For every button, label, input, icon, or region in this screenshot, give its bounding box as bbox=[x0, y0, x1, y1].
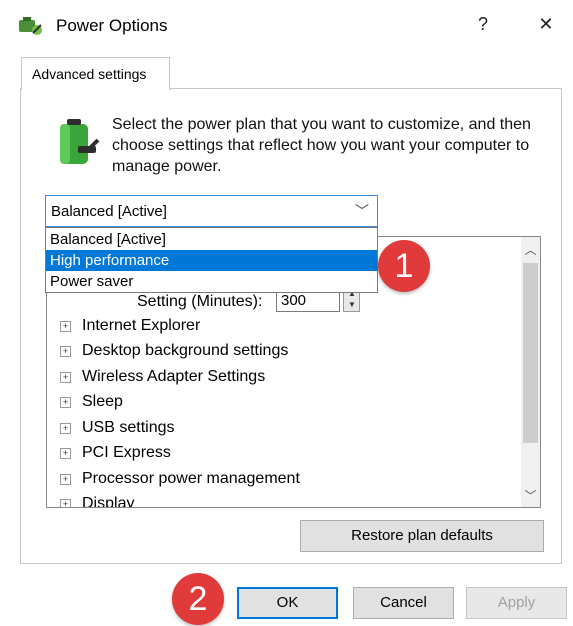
close-button[interactable]: ✕ bbox=[532, 14, 560, 35]
power-options-icon bbox=[17, 14, 43, 43]
tree-item[interactable]: + Processor power management bbox=[60, 470, 300, 488]
restore-plan-defaults-button[interactable]: Restore plan defaults bbox=[300, 520, 544, 552]
battery-icon bbox=[52, 116, 102, 177]
step-marker-1: 1 bbox=[378, 240, 430, 292]
plan-option-balanced[interactable]: Balanced [Active] bbox=[46, 229, 377, 250]
title-bar: Power Options ? ✕ bbox=[0, 0, 573, 54]
apply-button[interactable]: Apply bbox=[466, 587, 567, 619]
chevron-down-icon[interactable]: ﹀ bbox=[355, 201, 369, 221]
tab-advanced-settings[interactable]: Advanced settings bbox=[21, 57, 170, 90]
ok-button[interactable]: OK bbox=[237, 587, 338, 619]
scrollbar-thumb[interactable] bbox=[523, 263, 538, 443]
expand-icon[interactable]: + bbox=[60, 321, 71, 332]
tree-item[interactable]: + Wireless Adapter Settings bbox=[60, 368, 265, 386]
tree-item[interactable]: + USB settings bbox=[60, 419, 174, 437]
tree-item[interactable]: + Sleep bbox=[60, 393, 123, 411]
window-title: Power Options bbox=[56, 16, 168, 35]
expand-icon[interactable]: + bbox=[60, 474, 71, 485]
scroll-up-icon[interactable]: ︿ bbox=[521, 241, 540, 258]
power-plan-value: Balanced [Active] bbox=[51, 203, 167, 220]
power-plan-select[interactable]: Balanced [Active] ﹀ bbox=[45, 195, 378, 227]
description-text: Select the power plan that you want to c… bbox=[112, 116, 531, 175]
tree-item-label: Desktop background settings bbox=[82, 342, 289, 359]
expand-icon[interactable]: + bbox=[60, 372, 71, 383]
tree-item-label: Wireless Adapter Settings bbox=[82, 368, 266, 385]
tree-item-label: PCI Express bbox=[82, 444, 171, 461]
tree-item[interactable]: + Display bbox=[60, 495, 135, 508]
help-button[interactable]: ? bbox=[469, 14, 497, 35]
tree-item-label: Display bbox=[82, 495, 135, 508]
setting-label: Setting (Minutes): bbox=[137, 293, 263, 310]
expand-icon[interactable]: + bbox=[60, 346, 71, 357]
vertical-scrollbar[interactable]: ︿ ﹀ bbox=[521, 237, 540, 507]
cancel-button[interactable]: Cancel bbox=[353, 587, 454, 619]
tree-item[interactable]: + Internet Explorer bbox=[60, 317, 200, 335]
tree-item-label: Internet Explorer bbox=[82, 317, 201, 334]
tree-item-label: USB settings bbox=[82, 419, 175, 436]
expand-icon[interactable]: + bbox=[60, 448, 71, 459]
tree-item[interactable]: + Desktop background settings bbox=[60, 342, 288, 360]
expand-icon[interactable]: + bbox=[60, 499, 71, 507]
power-plan-dropdown: Balanced [Active] High performance Power… bbox=[45, 227, 378, 293]
expand-icon[interactable]: + bbox=[60, 423, 71, 434]
tree-item[interactable]: + PCI Express bbox=[60, 444, 171, 462]
expand-icon[interactable]: + bbox=[60, 397, 71, 408]
scroll-down-icon[interactable]: ﹀ bbox=[521, 487, 540, 504]
plan-option-power-saver[interactable]: Power saver bbox=[46, 271, 377, 292]
step-marker-2: 2 bbox=[172, 573, 224, 625]
plan-option-high-performance[interactable]: High performance bbox=[46, 250, 377, 271]
tree-item-label: Processor power management bbox=[82, 470, 300, 487]
tree-item-label: Sleep bbox=[82, 393, 123, 410]
